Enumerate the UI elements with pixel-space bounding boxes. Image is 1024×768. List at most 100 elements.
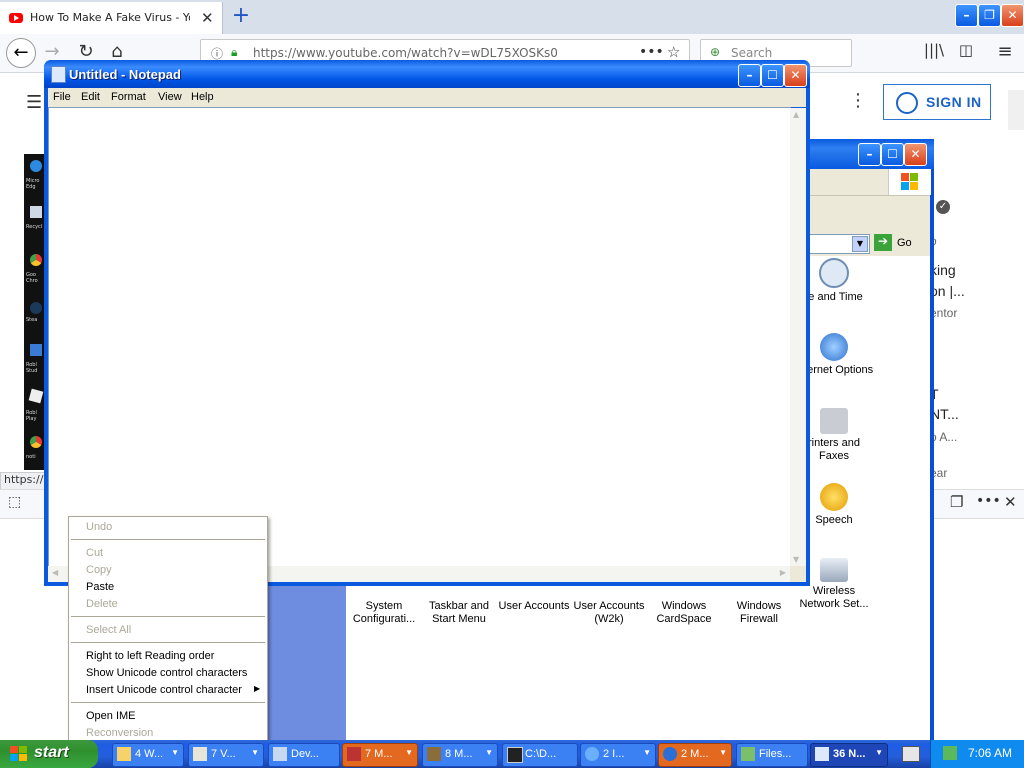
cp-minimize-button[interactable]: – [858,143,881,166]
scroll-left-icon[interactable]: ◀ [52,568,58,577]
menu-icon[interactable]: ≡ [993,41,1017,62]
taskbar-button-label: 36 N... [833,748,866,760]
cp-address-input[interactable]: ▼ [808,234,870,254]
browser-tab[interactable]: How To Make A Fake Virus - YouTube ✕ [0,2,223,34]
notepad-menubar: File Edit Format View Help [48,88,806,107]
library-icon[interactable]: |||\ [922,41,946,59]
user-accounts-w2k-item[interactable]: User Accounts (W2k) [569,583,649,626]
desktop-icon-label: Stea [26,317,38,323]
bookmark-star-icon[interactable]: ☆ [667,43,680,61]
home-icon[interactable]: ⌂ [105,41,129,62]
tray-app-icon[interactable] [943,746,957,760]
menu-item-delete[interactable]: Delete [86,598,118,610]
new-tab-icon[interactable]: + [228,3,254,29]
devtools-close-icon[interactable]: ✕ [1004,493,1017,511]
sidebar-icon[interactable]: ◫ [954,41,978,59]
browser-close-button[interactable]: ✕ [1001,4,1024,27]
chevron-down-icon: ▼ [251,748,259,757]
start-label: start [34,744,69,761]
dock-icon[interactable]: ❐ [950,493,963,511]
search-engine-icon: ⊕ [710,45,721,59]
taskbar-button-group-5[interactable]: 8 M... ▼ [422,743,498,767]
address-url: https://www.youtube.com/watch?v=wDL75XOS… [253,46,558,60]
menu-item-paste[interactable]: Paste [86,581,114,593]
taskbar-button-command-prompt[interactable]: C:\D... [502,743,578,767]
clock[interactable]: 7:06 AM [968,746,1012,760]
browser-restore-button[interactable]: ❐ [978,4,1001,27]
taskbar-button-group-2[interactable]: 7 V... ▼ [188,743,264,767]
menu-edit[interactable]: Edit [81,91,100,103]
devtools-more-icon[interactable]: ••• [976,493,1001,509]
user-accounts-item[interactable]: User Accounts [494,583,574,613]
notepad-maximize-button[interactable]: ☐ [761,64,784,87]
menu-help[interactable]: Help [191,91,214,103]
taskbar-button-group-4[interactable]: 7 M... ▼ [342,743,418,767]
video-thumbnail[interactable]: Micro Edg Recycl Goo Chro Stea Robl Stud… [24,154,44,470]
start-button[interactable]: start [0,740,98,768]
sign-in-button[interactable]: SIGN IN [883,84,991,120]
menu-item-show-unicode[interactable]: Show Unicode control characters [86,667,247,679]
resize-grip-icon[interactable] [790,566,806,582]
cp-close-button[interactable]: ✕ [904,143,927,166]
forward-icon[interactable]: → [40,41,64,62]
menu-format[interactable]: Format [111,91,146,103]
taskbar-start-menu-item[interactable]: Taskbar and Start Menu [419,583,499,626]
system-configuration-item[interactable]: System Configurati... [344,583,424,626]
notepad-text-area[interactable] [48,107,791,568]
notepad-close-button[interactable]: ✕ [784,64,807,87]
chevron-down-icon[interactable]: ▼ [852,236,868,252]
menu-separator [71,702,265,703]
page-scrollbar[interactable] [1008,90,1024,130]
reload-icon[interactable]: ↻ [74,41,98,62]
desktop-icon-label: Micro Edg [26,178,40,190]
recommendation-title[interactable]: on |... [930,283,965,299]
cp-item-label: Wireless Network Set... [799,585,869,610]
notepad-minimize-button[interactable]: – [738,64,761,87]
menu-item-select-all[interactable]: Select All [86,624,131,636]
taskbar-button-help[interactable]: 2 M... ▼ [658,743,732,767]
taskbar-button-files[interactable]: Files... [736,743,808,767]
taskbar-button-explorer[interactable]: 4 W... ▼ [112,743,184,767]
taskbar-button-internet-explorer[interactable]: 2 I... ▼ [580,743,656,767]
notepad-titlebar[interactable]: Untitled - Notepad – ☐ ✕ [44,60,810,88]
windows-firewall-item[interactable]: Windows Firewall [719,583,799,626]
taskbar-button-device-manager[interactable]: Dev... [268,743,340,767]
taskbar-button-label: Files... [759,748,792,760]
notepad-app-icon [51,66,66,83]
taskbar-button-notepad[interactable]: 36 N... ▼ [810,743,888,767]
menu-item-open-ime[interactable]: Open IME [86,710,136,722]
control-panel-titlebar[interactable]: – ☐ ✕ [808,139,934,169]
menu-item-reconversion[interactable]: Reconversion [86,727,153,739]
menu-item-cut[interactable]: Cut [86,547,103,559]
edge-icon [30,160,42,172]
go-arrow-icon[interactable]: ➔ [874,234,892,251]
cp-item-label: Windows Firewall [736,600,782,625]
more-options-icon[interactable]: ⋮ [849,90,867,111]
clock-icon [819,258,849,288]
menu-item-undo[interactable]: Undo [86,521,112,533]
hamburger-menu-icon[interactable]: ☰ [26,92,42,113]
windows-cardspace-item[interactable]: Windows CardSpace [644,583,724,626]
inspect-icon[interactable]: ⬚ [8,494,21,510]
cp-toolbar [808,196,930,230]
menu-file[interactable]: File [53,91,71,103]
notepad-vertical-scrollbar[interactable]: ▲ ▼ [790,108,806,566]
menu-view[interactable]: View [158,91,182,103]
cp-maximize-button[interactable]: ☐ [881,143,904,166]
close-tab-icon[interactable]: ✕ [201,9,214,27]
page-actions-icon[interactable]: ••• [639,44,664,60]
cp-item-label: Taskbar and Start Menu [429,600,489,625]
scroll-down-icon[interactable]: ▼ [793,555,799,564]
recommendation-title[interactable]: NT... [930,406,959,422]
scroll-right-icon[interactable]: ▶ [780,568,786,577]
browser-minimize-button[interactable]: – [955,4,978,27]
scroll-up-icon[interactable]: ▲ [793,110,799,119]
go-label[interactable]: Go [897,237,912,249]
help-icon [663,747,677,761]
menu-item-insert-unicode[interactable]: Insert Unicode control character [86,684,242,696]
keyboard-icon[interactable] [902,746,920,762]
desktop-icon-label: noti [26,454,36,460]
menu-item-rtl-reading-order[interactable]: Right to left Reading order [86,650,214,662]
back-icon[interactable]: ← [6,38,36,68]
menu-item-copy[interactable]: Copy [86,564,112,576]
